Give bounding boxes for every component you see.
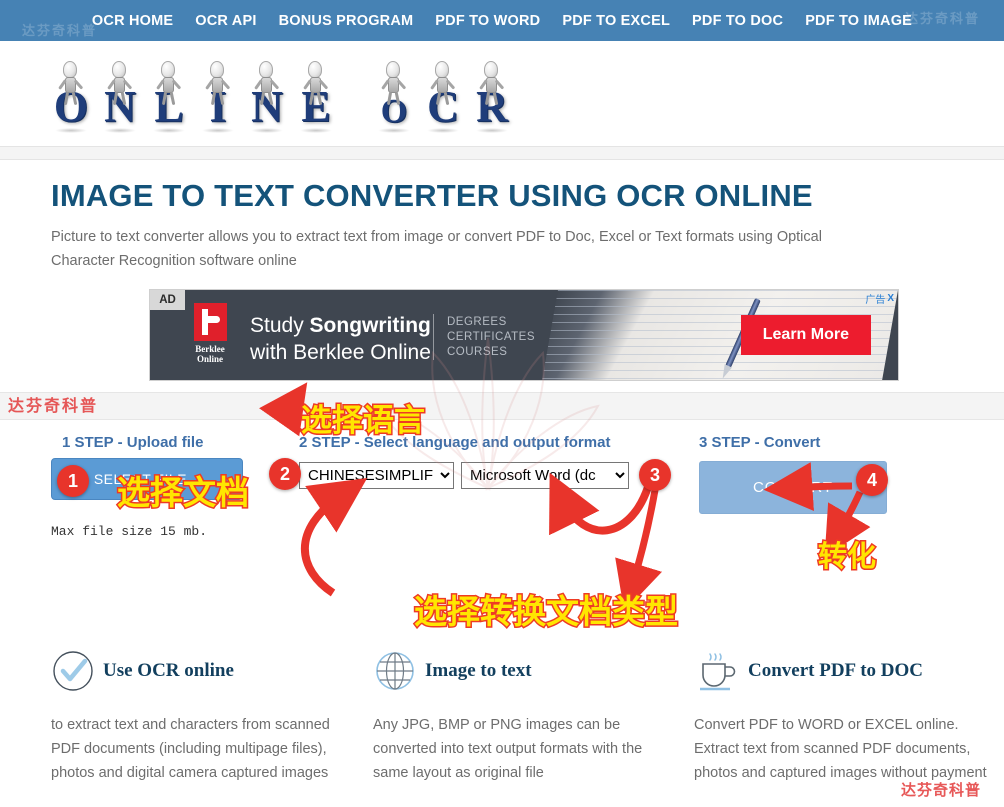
online-ocr-logo[interactable]: O N L I N E O C R <box>48 55 515 133</box>
output-format-select[interactable]: Microsoft Word (dc <box>461 462 629 489</box>
berklee-name-line2: Online <box>196 354 223 364</box>
ad-learn-more-button[interactable]: Learn More <box>740 315 871 355</box>
page-root: OCR HOME OCR API BONUS PROGRAM PDF TO WO… <box>0 0 1004 807</box>
feature-image-to-text: Image to text Any JPG, BMP or PNG images… <box>373 645 673 785</box>
berklee-mark-icon <box>193 303 227 341</box>
berklee-online-logo: Berklee Online <box>180 303 240 364</box>
logo-letter-c: C <box>420 59 466 133</box>
section-divider <box>0 146 1004 160</box>
ad-headline-bold: Songwriting <box>309 314 431 337</box>
feature-use-ocr-online: Use OCR online to extract text and chara… <box>51 645 351 785</box>
globe-icon <box>376 652 414 690</box>
nav-watermark-right: 达芬奇科普 <box>905 11 981 26</box>
logo-letter-n2: N <box>244 59 290 133</box>
feature-2-text: Any JPG, BMP or PNG images can be conver… <box>373 717 643 781</box>
top-navigation-bar: OCR HOME OCR API BONUS PROGRAM PDF TO WO… <box>0 0 1004 41</box>
check-circle-icon <box>53 651 93 691</box>
nav-pdf-to-word[interactable]: PDF TO WORD <box>435 13 540 29</box>
ad-choices-control[interactable]: 广告 X <box>865 291 894 306</box>
feature-1-title: Use OCR online <box>103 660 234 681</box>
ad-choices-label: 广告 <box>865 295 886 306</box>
logo-letter-e: E <box>293 59 339 133</box>
feature-3-title: Convert PDF to DOC <box>748 660 924 681</box>
feature-1-text: to extract text and characters from scan… <box>51 717 330 781</box>
steps-strip-divider <box>0 392 1004 420</box>
logo-letter-r: R <box>469 59 515 133</box>
nav-ocr-home[interactable]: OCR HOME <box>92 13 173 29</box>
feature-1-header: Use OCR online <box>51 645 351 697</box>
feature-2-title: Image to text <box>425 660 532 681</box>
step-3-label: 3 STEP - Convert <box>699 434 821 451</box>
logo-letter-o: O <box>48 59 94 133</box>
select-file-button[interactable]: SELECT FILE... <box>51 458 243 500</box>
advertisement-banner[interactable]: AD Berklee Online Study Songwriting with … <box>149 289 899 381</box>
language-select[interactable]: CHINESESIMPLIFII <box>299 462 454 489</box>
nav-bonus-program[interactable]: BONUS PROGRAM <box>279 13 414 29</box>
logo-letter-i: I <box>195 59 241 133</box>
ad-offerings-list: DEGREES CERTIFICATES COURSES <box>447 316 535 358</box>
nav-pdf-to-image[interactable]: PDF TO IMAGE <box>805 13 912 29</box>
logo-letter-o2: O <box>371 59 417 133</box>
convert-button[interactable]: CONVERT <box>699 461 887 514</box>
step-2-label: 2 STEP - Select language and output form… <box>299 434 611 451</box>
step-1-label: 1 STEP - Upload file <box>62 434 204 451</box>
nav-pdf-to-excel[interactable]: PDF TO EXCEL <box>562 13 670 29</box>
page-subtitle: Picture to text converter allows you to … <box>51 229 822 269</box>
feature-3-header: Convert PDF to DOC <box>694 645 994 697</box>
ad-badge: AD <box>150 290 185 310</box>
ad-headline-line2: with Berklee Online <box>250 341 431 364</box>
nav-ocr-api[interactable]: OCR API <box>195 13 256 29</box>
ad-headline-plain: Study <box>250 314 310 337</box>
ad-headline: Study Songwriting with Berklee Online <box>250 312 431 366</box>
berklee-name-line1: Berklee <box>195 344 225 354</box>
nav-pdf-to-doc[interactable]: PDF TO DOC <box>692 13 783 29</box>
ad-divider <box>433 314 434 360</box>
logo-letter-n: N <box>97 59 143 133</box>
feature-3-text: Convert PDF to WORD or EXCEL online. Ext… <box>694 717 987 781</box>
logo-band: O N L I N E O C R <box>0 41 1004 146</box>
feature-convert-pdf-to-doc: Convert PDF to DOC Convert PDF to WORD o… <box>694 645 994 785</box>
page-title: IMAGE TO TEXT CONVERTER USING OCR ONLINE <box>51 178 813 213</box>
ad-close-icon[interactable]: X <box>887 293 894 304</box>
max-file-size-note: Max file size 15 mb. <box>51 524 208 539</box>
coffee-cup-icon <box>700 653 736 691</box>
feature-2-header: Image to text <box>373 645 673 697</box>
nav-watermark-left: 达芬奇科普 <box>22 23 98 38</box>
logo-letter-l: L <box>146 59 192 133</box>
